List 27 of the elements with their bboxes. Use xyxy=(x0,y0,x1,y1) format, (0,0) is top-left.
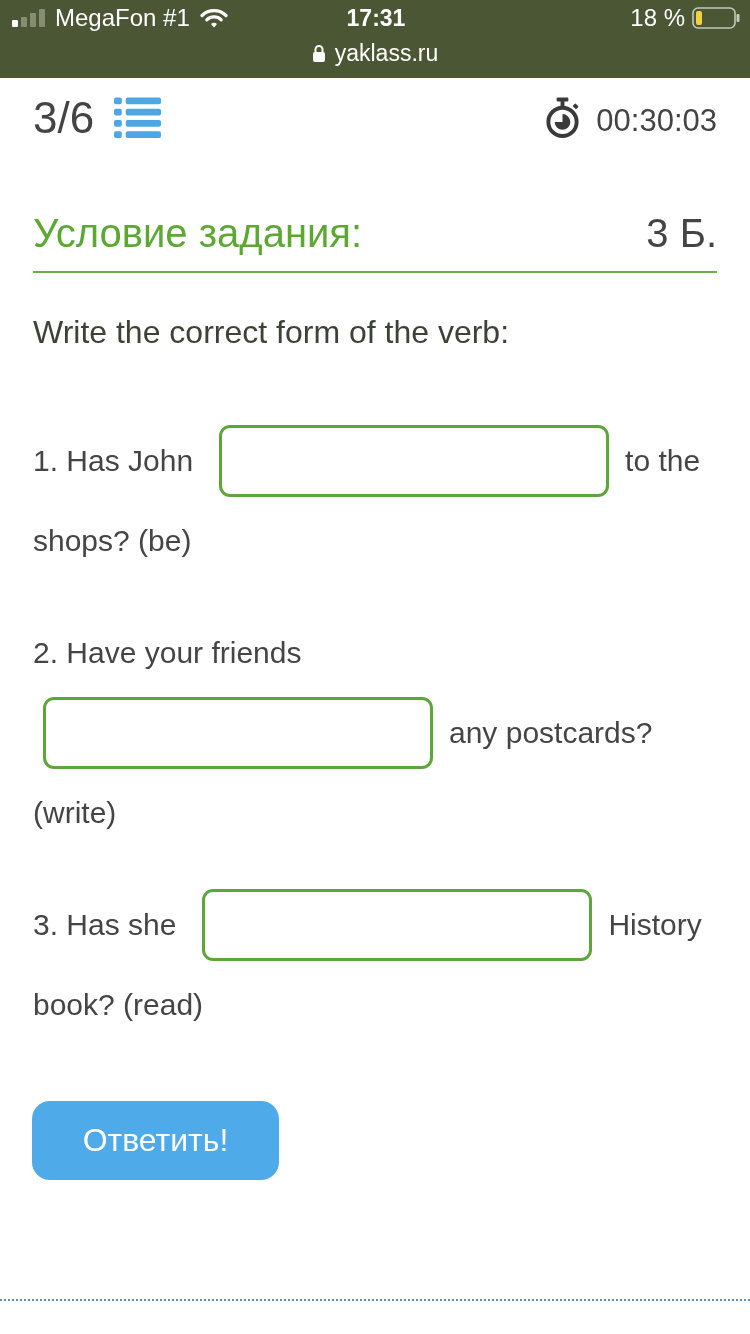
question-text: book? (read) xyxy=(33,987,204,1023)
question-text: 2. Have your friends xyxy=(33,635,302,671)
question-text: History xyxy=(608,907,702,943)
points-text: 3 Б. xyxy=(646,210,717,257)
battery-percentage: 18 % xyxy=(630,4,685,32)
clock-time: 17:31 xyxy=(346,4,406,32)
carrier-name: MegaFon #1 xyxy=(55,4,190,32)
battery-icon xyxy=(692,7,740,29)
submit-button[interactable]: Ответить! xyxy=(32,1101,279,1180)
timer-text: 00:30:03 xyxy=(596,102,717,140)
wifi-icon xyxy=(199,8,228,28)
progress-counter: 3/6 xyxy=(33,93,95,143)
question-text: shops? (be) xyxy=(33,523,192,559)
lock-icon xyxy=(311,44,326,62)
answer-field[interactable] xyxy=(219,425,610,497)
task-title: Условие задания: xyxy=(33,210,363,257)
question-text: any postcards? xyxy=(449,715,653,751)
signal-icon xyxy=(12,9,46,27)
answer-field[interactable] xyxy=(202,889,593,961)
instruction-text: Write the correct form of the verb: xyxy=(33,313,510,352)
question-text: 3. Has she xyxy=(33,907,177,943)
question-text: (write) xyxy=(33,795,117,831)
url-text: yaklass.ru xyxy=(334,39,439,67)
question-text: to the xyxy=(625,443,701,479)
list-icon[interactable] xyxy=(114,97,162,139)
answer-field[interactable] xyxy=(43,697,433,769)
question-text: 1. Has John xyxy=(33,443,194,479)
